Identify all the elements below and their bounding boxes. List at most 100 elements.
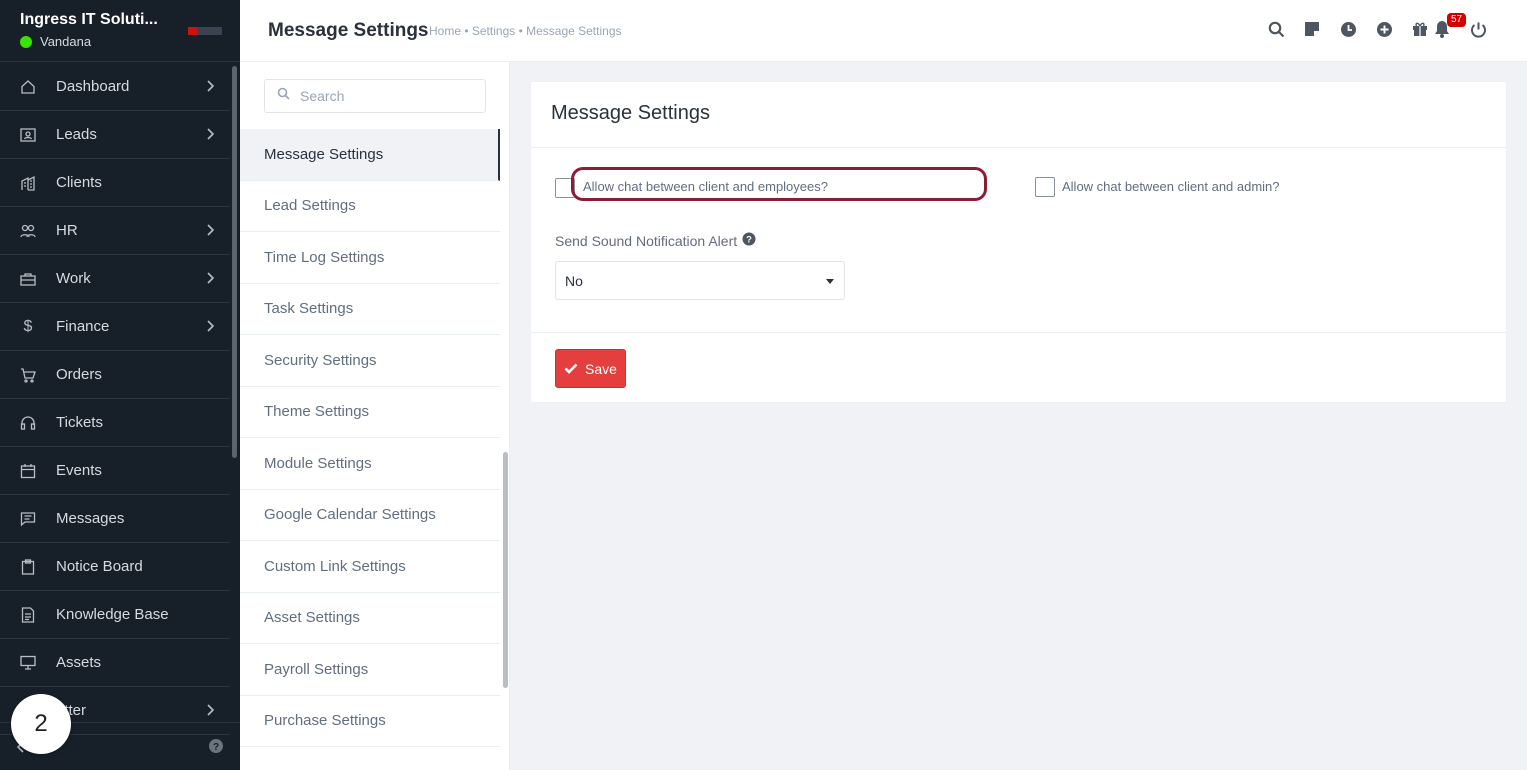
chat-admin-label[interactable]: Allow chat between client and admin? [1062, 179, 1280, 194]
sidebar-item-clients[interactable]: Clients [0, 159, 230, 207]
sidebar-menu: Dashboard Leads Clients HR Work $ Financ… [0, 63, 230, 735]
sidebar-item-label: Leads [56, 126, 97, 143]
chevron-right-icon [206, 127, 215, 144]
sidebar-header[interactable]: Ingress IT Soluti... Vandana [0, 0, 240, 62]
sidebar-item-notice-board[interactable]: Notice Board [0, 543, 230, 591]
question-circle-icon[interactable]: ? [742, 232, 756, 249]
sidebar-scrollbar[interactable] [232, 66, 237, 458]
house-icon [18, 77, 38, 97]
power-icon[interactable] [1469, 19, 1487, 39]
monitor-icon [18, 653, 38, 673]
message-settings-card: Message Settings Allow chat between clie… [530, 81, 1507, 403]
search-icon [277, 87, 290, 105]
caret-down-icon [826, 279, 834, 284]
building-icon [18, 173, 38, 193]
main-sidebar: Ingress IT Soluti... Vandana Dashboard L… [0, 0, 240, 770]
chevron-right-icon [206, 79, 215, 96]
search-icon[interactable] [1267, 19, 1285, 39]
settings-menu: Message Settings Lead Settings Time Log … [240, 62, 510, 770]
save-button[interactable]: Save [555, 349, 626, 388]
top-header: Message Settings Home • Settings • Messa… [240, 0, 1527, 62]
chevron-right-icon [206, 703, 215, 720]
sidebar-item-finance[interactable]: $ Finance [0, 303, 230, 351]
headset-icon [18, 413, 38, 433]
sidebar-item-label: Knowledge Base [56, 606, 169, 623]
user-row: Vandana [20, 34, 240, 49]
sound-notification-value: No [565, 272, 583, 289]
sidebar-item-messages[interactable]: Messages [0, 495, 230, 543]
chevron-right-icon [206, 271, 215, 288]
sidebar-item-dashboard[interactable]: Dashboard [0, 63, 230, 111]
sidebar-item-leads[interactable]: Leads [0, 111, 230, 159]
svg-text:?: ? [213, 742, 219, 753]
sidebar-item-label: Clients [56, 174, 102, 191]
page-title: Message Settings [268, 20, 429, 41]
sidebar-item-work[interactable]: Work [0, 255, 230, 303]
settings-item-security[interactable]: Security Settings [240, 335, 500, 387]
sidebar-item-events[interactable]: Events [0, 447, 230, 495]
settings-search-input[interactable] [300, 88, 470, 104]
sidebar-item-label: Orders [56, 366, 102, 383]
settings-item-lead[interactable]: Lead Settings [240, 181, 500, 232]
sidebar-item-label: HR [56, 222, 78, 239]
online-status-dot [20, 35, 32, 48]
people-icon [18, 221, 38, 241]
sound-notification-select[interactable]: No [555, 261, 845, 300]
help-icon[interactable]: ? [208, 738, 224, 759]
check-icon [564, 361, 578, 377]
dollar-icon: $ [23, 317, 33, 335]
breadcrumb[interactable]: Home • Settings • Message Settings [429, 24, 622, 38]
sidebar-item-hr[interactable]: HR [0, 207, 230, 255]
chat-employees-label[interactable]: Allow chat between client and employees? [583, 179, 828, 194]
settings-item-google-calendar[interactable]: Google Calendar Settings [240, 490, 500, 541]
settings-item-task[interactable]: Task Settings [240, 284, 500, 335]
settings-item-custom-link[interactable]: Custom Link Settings [240, 541, 500, 593]
clock-icon[interactable] [1339, 19, 1357, 39]
sidebar-item-label: Events [56, 462, 102, 479]
chevron-right-icon [206, 223, 215, 240]
settings-item-purchase[interactable]: Purchase Settings [240, 696, 500, 747]
settings-item-module[interactable]: Module Settings [240, 438, 500, 490]
sidebar-item-label: Assets [56, 654, 102, 671]
calendar-icon [18, 461, 38, 481]
settings-item-time-log[interactable]: Time Log Settings [240, 232, 500, 284]
chat-admin-checkbox[interactable] [1035, 177, 1055, 197]
company-name: Ingress IT Soluti... [20, 11, 158, 28]
settings-menu-scrollbar[interactable] [503, 452, 508, 688]
sticky-note-icon[interactable] [1303, 19, 1321, 39]
gift-icon[interactable] [1411, 19, 1429, 39]
cart-icon [18, 365, 38, 385]
bell-icon[interactable]: 57 [1433, 13, 1467, 39]
settings-item-message[interactable]: Message Settings [240, 129, 500, 181]
user-name: Vandana [40, 34, 92, 49]
sound-notification-label-text: Send Sound Notification Alert [555, 232, 738, 249]
id-card-icon [18, 125, 38, 145]
settings-menu-list: Message Settings Lead Settings Time Log … [240, 129, 500, 747]
sidebar-item-tickets[interactable]: Tickets [0, 399, 230, 447]
notification-count-badge: 57 [1447, 13, 1467, 27]
add-circle-icon[interactable] [1375, 19, 1393, 39]
sound-notification-label: Send Sound Notification Alert ? [555, 232, 756, 249]
sidebar-item-assets[interactable]: Assets [0, 639, 230, 687]
chat-icon [18, 509, 38, 529]
settings-item-payroll[interactable]: Payroll Settings [240, 644, 500, 696]
sidebar-item-label: Dashboard [56, 78, 130, 95]
svg-text:?: ? [746, 235, 752, 246]
save-button-label: Save [585, 360, 617, 377]
settings-search[interactable] [264, 79, 486, 113]
sidebar-item-orders[interactable]: Orders [0, 351, 230, 399]
sidebar-item-knowledge-base[interactable]: Knowledge Base [0, 591, 230, 639]
settings-item-theme[interactable]: Theme Settings [240, 387, 500, 438]
chevron-right-icon [206, 319, 215, 336]
document-icon [18, 605, 38, 625]
sidebar-item-label: Tickets [56, 414, 103, 431]
card-title: Message Settings [531, 82, 1506, 148]
step-number-badge: 2 [11, 694, 71, 754]
settings-item-asset[interactable]: Asset Settings [240, 593, 500, 644]
company-logo [188, 27, 222, 35]
sidebar-item-label: Messages [56, 510, 125, 527]
card-divider [531, 332, 1506, 333]
clipboard-icon [18, 557, 38, 577]
briefcase-icon [18, 269, 38, 289]
sidebar-item-label: Notice Board [56, 558, 143, 575]
